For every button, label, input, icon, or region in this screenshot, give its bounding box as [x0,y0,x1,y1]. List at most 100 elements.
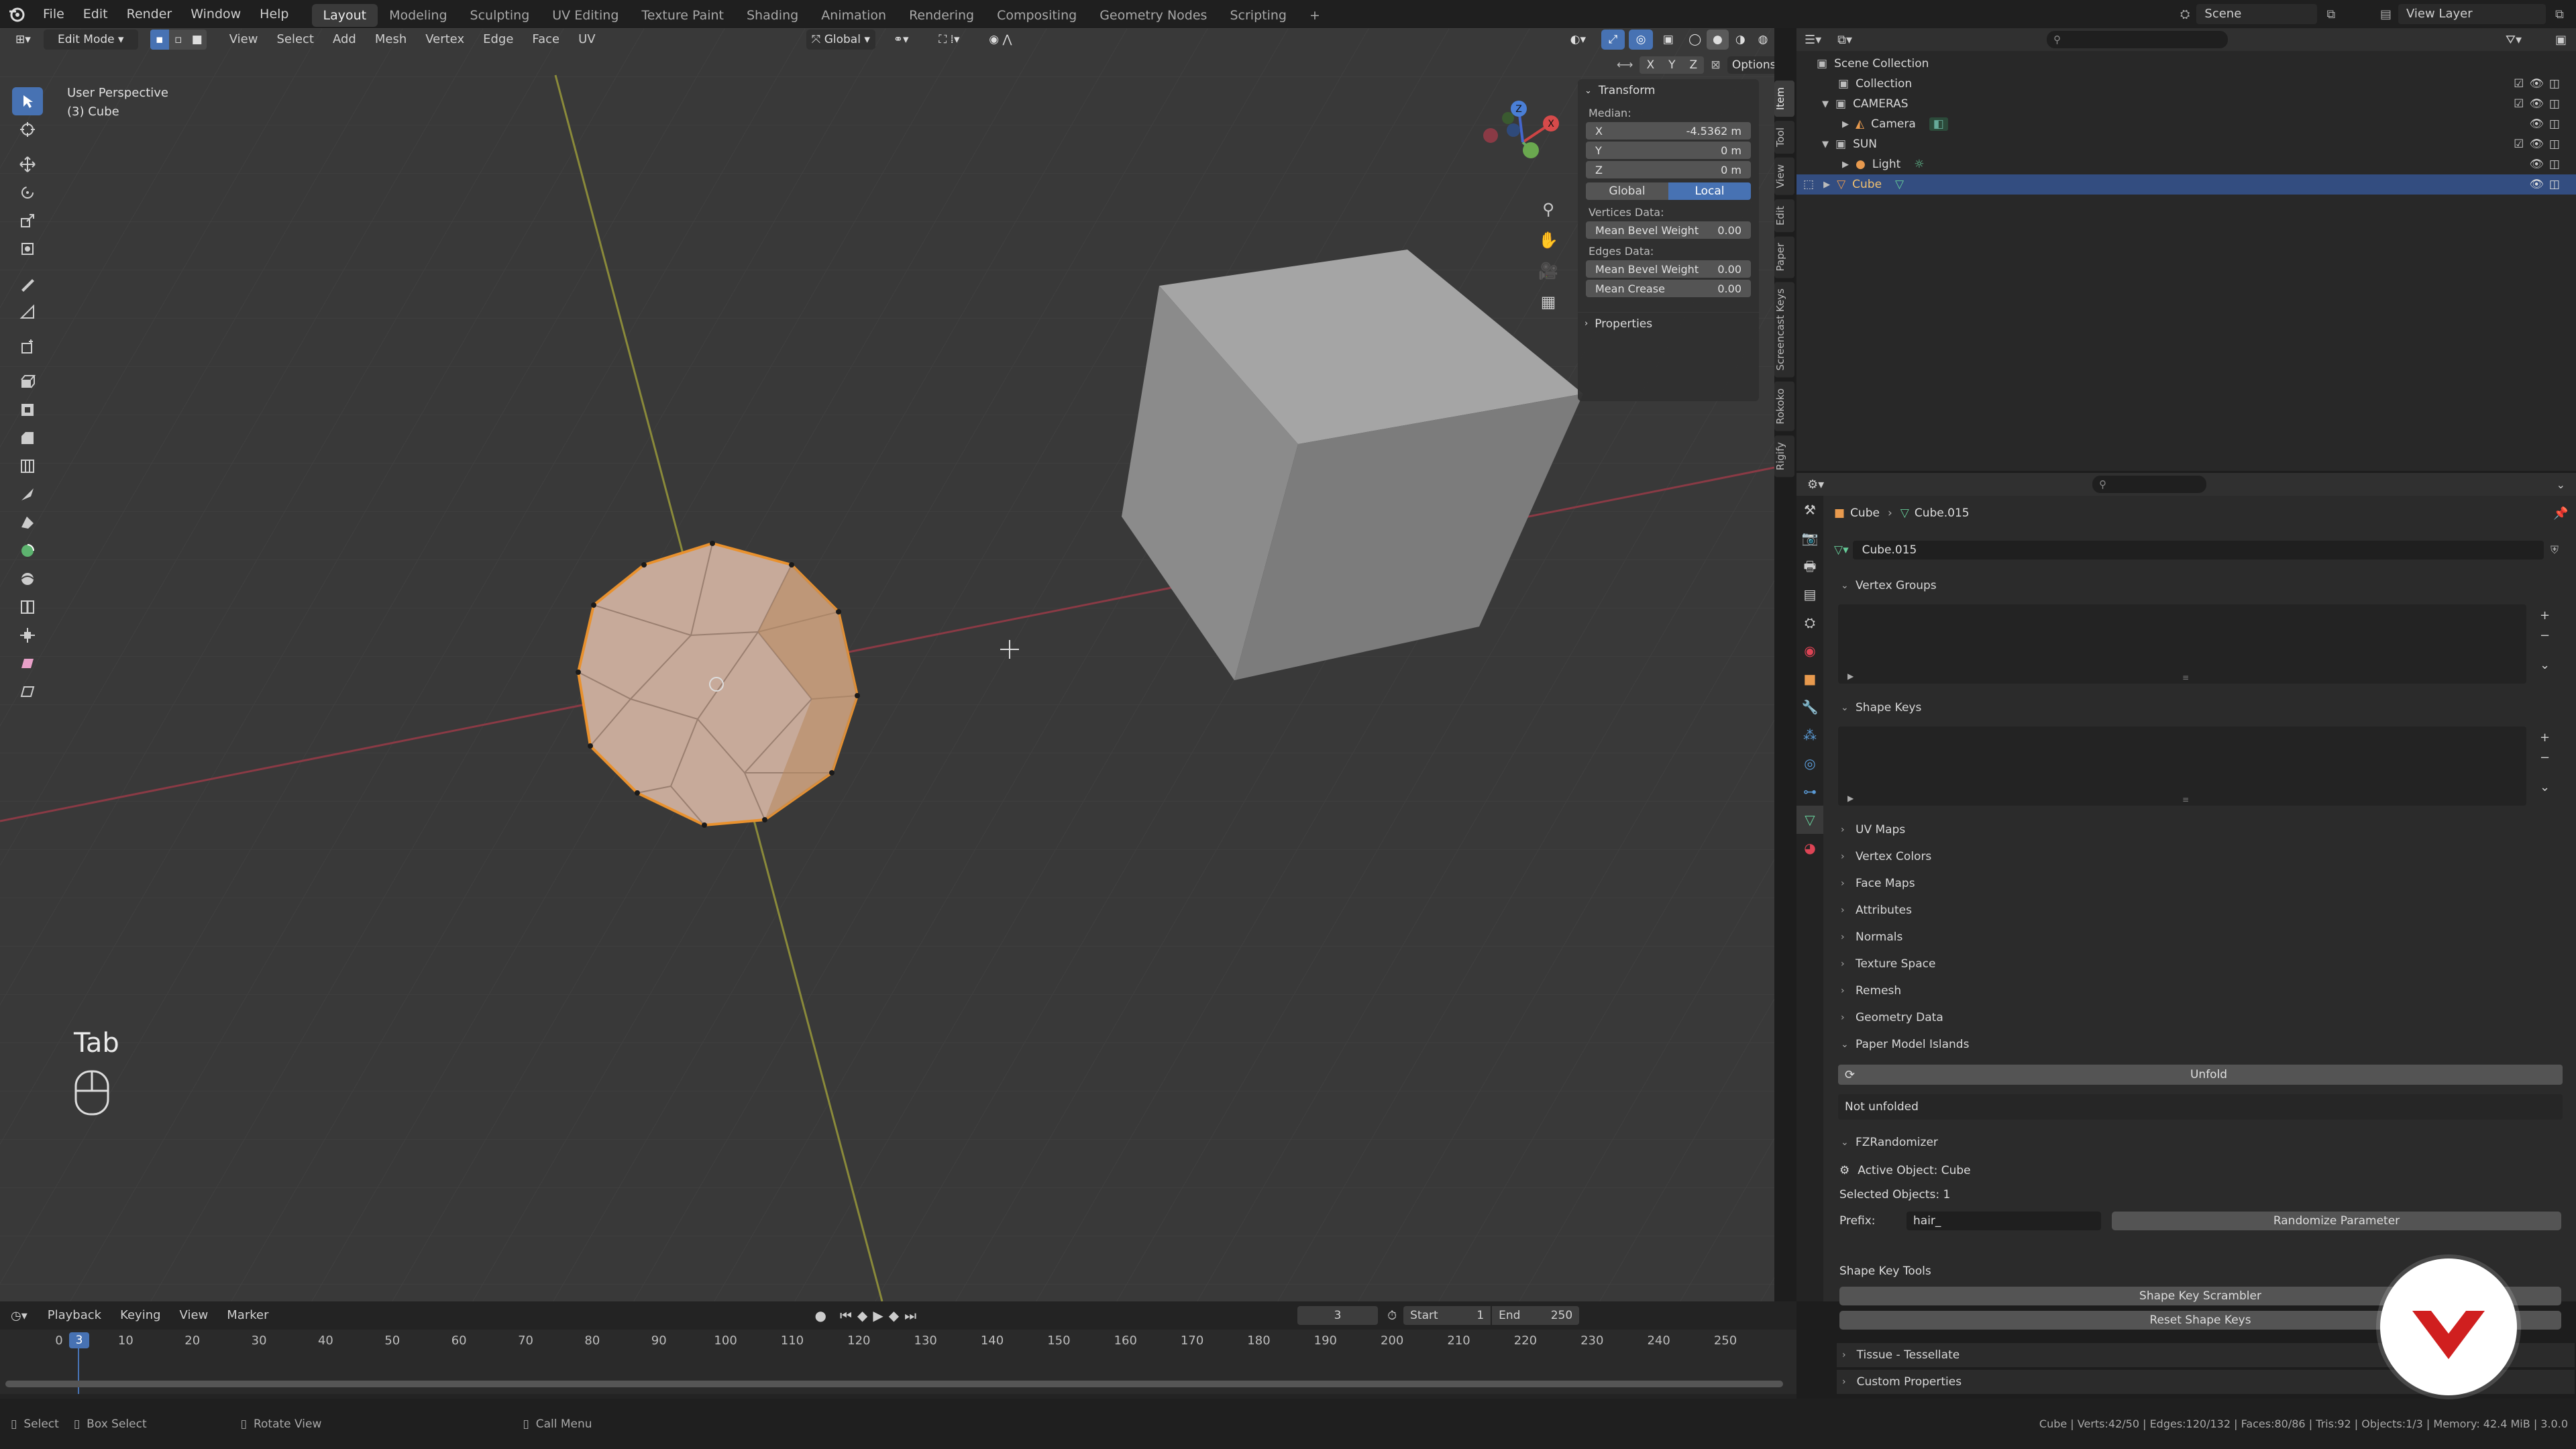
panel-fzrandomizer[interactable]: ⌄ FZRandomizer [1796,1129,2576,1156]
scene-name[interactable]: Scene [2196,4,2318,24]
pin-icon[interactable]: 📌 [2553,506,2568,521]
xray-icon[interactable]: ▣ [1657,30,1680,50]
wireframe-shading-icon[interactable]: ◯ [1684,30,1707,50]
tab-geometry-nodes[interactable]: Geometry Nodes [1088,4,1218,27]
outliner-row-collection[interactable]: ▣ Collection ☑👁◫ [1796,74,2576,94]
outliner-row-scene-collection[interactable]: ▣ Scene Collection [1796,54,2576,74]
rotate-tool-icon[interactable] [12,178,43,207]
overlay-icon[interactable]: ◎ [1629,30,1653,50]
outliner-row-light[interactable]: ▶ ● Light ☼ 👁◫ [1796,154,2576,174]
menu-file[interactable]: File [34,0,74,28]
loop-cut-tool-icon[interactable] [12,452,43,480]
expand-list-icon[interactable]: ▶ [1847,672,1854,681]
gizmo-icon[interactable]: ⤢ [1601,30,1625,50]
scene-selector[interactable]: ⛭ Scene ⧉ [2180,3,2335,25]
view-layer-name[interactable]: View Layer [2398,4,2546,24]
resize-grip-icon[interactable]: ≡ [2182,795,2189,804]
extrude-tool-icon[interactable] [12,368,43,396]
options-dropdown[interactable]: Options ▾ [1727,56,1774,74]
panel-geometry-data[interactable]: › Geometry Data [1796,1004,2576,1031]
shape-keys-list[interactable]: ▶ ≡ [1838,727,2526,806]
tab-compositing[interactable]: Compositing [985,4,1088,27]
rip-tool-icon[interactable] [12,678,43,706]
resize-grip-icon[interactable]: ≡ [2182,673,2189,682]
mode-dropdown[interactable]: Edit Mode ▾ [43,30,138,50]
zoom-icon[interactable]: ⚲ [1535,200,1562,231]
mesh-data-icon[interactable]: ▽ [1895,178,1904,191]
scale-tool-icon[interactable] [12,207,43,235]
object-props-icon[interactable]: ■ [1796,665,1823,693]
vertex-bevel-weight-field[interactable]: Mean Bevel Weight 0.00 [1586,221,1751,239]
shear-tool-icon[interactable] [12,649,43,678]
panel-shape-keys[interactable]: ⌄ Shape Keys [1796,694,2576,721]
panel-vertex-groups[interactable]: ⌄ Vertex Groups [1796,572,2576,599]
tab-view[interactable]: View [1774,158,1794,195]
visibility-toggles-icon[interactable]: ☑👁◫ [2514,77,2565,91]
mirror-z-toggle[interactable]: Z [1682,56,1705,74]
outliner-row-camera[interactable]: ▶ ◭ Camera ◧ 👁◫ [1796,114,2576,134]
outliner-search-input[interactable]: ⚲ [2047,31,2229,48]
bevel-tool-icon[interactable] [12,424,43,452]
pan-hand-icon[interactable]: ✋ [1535,231,1562,262]
snap-icon[interactable]: ⛶ ⁞▾ [924,30,974,50]
specials-icon[interactable]: ⌄ [2540,777,2550,798]
properties-search-input[interactable]: ⚲ [2092,476,2207,493]
add-icon[interactable]: + [2540,606,2550,626]
cursor-tool-icon[interactable] [12,115,43,144]
vp-menu-mesh[interactable]: Mesh [366,28,416,51]
measure-tool-icon[interactable] [12,298,43,326]
new-collection-icon[interactable]: ▣ [2555,33,2567,47]
mirror-y-toggle[interactable]: Y [1661,56,1683,74]
copy-layer-icon[interactable]: ⧉ [2555,7,2564,21]
expand-arrow-icon[interactable]: ▼ [1822,140,1829,150]
editor-type-icon[interactable]: ⊞▾ [7,30,40,50]
select-tool-icon[interactable] [12,87,43,115]
properties-editor-icon[interactable]: ⚙▾ [1807,478,1824,492]
camera-view-icon[interactable]: 🎥 [1535,262,1562,292]
menu-playback[interactable]: Playback [38,1304,111,1327]
display-mode-icon[interactable]: ⧉▾ [1837,33,1852,47]
playhead-frame[interactable]: 3 [69,1332,89,1348]
tab-scripting[interactable]: Scripting [1218,4,1298,27]
annotate-tool-icon[interactable] [12,270,43,298]
inset-tool-icon[interactable] [12,396,43,424]
median-x-field[interactable]: X -4.5362 m [1586,122,1751,140]
outliner-editor-icon[interactable]: ☰▾ [1805,33,1821,47]
visibility-toggles-icon[interactable]: ☑👁◫ [2514,97,2565,111]
menu-marker[interactable]: Marker [217,1304,278,1327]
tab-sculpting[interactable]: Sculpting [459,4,541,27]
edge-select-icon[interactable]: ▫ [168,30,188,50]
transform-header[interactable]: ⌄ Transform [1578,79,1759,102]
spin-tool-icon[interactable] [12,537,43,565]
visibility-toggles-icon[interactable]: 👁◫ [2529,178,2565,191]
expand-arrow-icon[interactable]: ▶ [1842,119,1849,129]
tab-shading[interactable]: Shading [735,4,810,27]
menu-render[interactable]: Render [117,0,182,28]
world-props-icon[interactable]: ◉ [1796,637,1823,665]
tab-rendering[interactable]: Rendering [898,4,985,27]
filter-icon[interactable]: ⛛▾ [2506,33,2522,47]
proportional-edit-icon[interactable]: ◉ ⋀ [978,30,1022,50]
vp-menu-edge[interactable]: Edge [474,28,523,51]
tab-rigify[interactable]: Rigify [1774,435,1794,477]
knife-tool-icon[interactable] [12,480,43,508]
panel-uv-maps[interactable]: › UV Maps [1796,816,2576,843]
specials-icon[interactable]: ⌄ [2540,655,2550,676]
visibility-toggles-icon[interactable]: ☑👁◫ [2514,138,2565,151]
vp-menu-vertex[interactable]: Vertex [416,28,474,51]
timeline-scrollbar[interactable] [5,1381,1783,1387]
median-z-field[interactable]: Z 0 m [1586,161,1751,178]
expand-arrow-icon[interactable]: ▶ [1823,180,1830,190]
visibility-toggles-icon[interactable]: 👁◫ [2529,158,2565,171]
record-icon[interactable]: ● [814,1307,826,1324]
tab-rokoko[interactable]: Rokoko [1774,381,1794,431]
randomize-parameter-button[interactable]: Randomize Parameter [2112,1212,2561,1230]
mesh-name-field[interactable]: Cube.015 [1852,541,2544,559]
median-y-field[interactable]: Y 0 m [1586,142,1751,159]
tab-layout[interactable]: Layout [311,4,378,27]
panel-attributes[interactable]: › Attributes [1796,897,2576,924]
vertex-groups-list[interactable]: ▶ ≡ [1838,604,2526,684]
tab-modeling[interactable]: Modeling [378,4,458,27]
edit-mode-icon[interactable]: ⬚ [1803,178,1814,191]
edge-bevel-weight-field[interactable]: Mean Bevel Weight 0.00 [1586,260,1751,278]
